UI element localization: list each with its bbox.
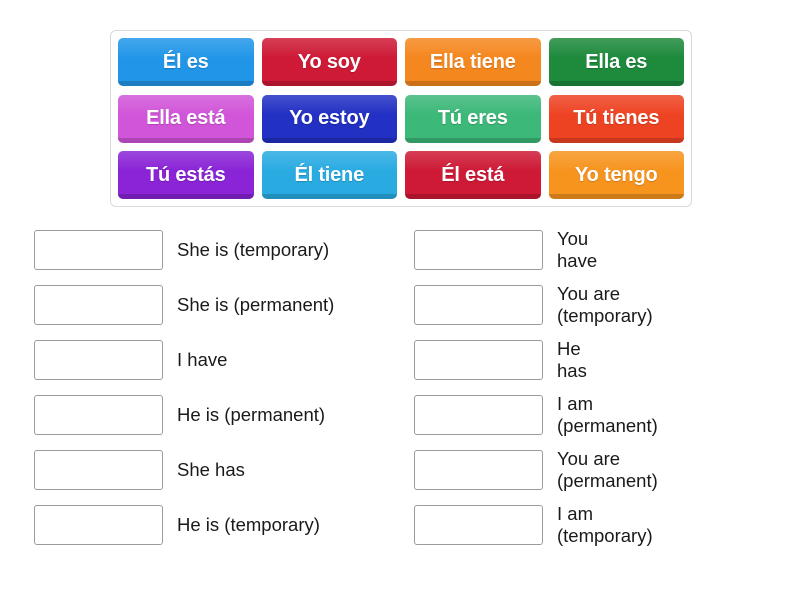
tile-ella-es[interactable]: Ella es [548,38,684,86]
tile-el-es[interactable]: Él es [118,38,254,86]
tile-tu-tienes[interactable]: Tú tienes [548,94,684,143]
tile-ella-esta[interactable]: Ella está [118,94,254,143]
tile-el-esta[interactable]: Él está [405,151,541,199]
tile-ella-tiene[interactable]: Ella tiene [405,38,541,86]
tile-tu-estas[interactable]: Tú estás [118,151,254,199]
answer-label: I am (temporary) [557,503,653,546]
drop-zone-you-are-temporary[interactable] [414,284,543,325]
tile-yo-soy[interactable]: Yo soy [261,38,397,86]
tile-label: Tú eres [437,107,508,129]
tile-label: Tú tienes [573,107,660,129]
answer-label: I am (permanent) [557,393,658,436]
answer-label: You have [557,228,598,271]
tile-yo-tengo[interactable]: Yo tengo [548,151,684,199]
answer-column-right: You have You are (temporary) He has I am… [0,222,658,552]
drop-zone-you-have[interactable] [414,229,543,270]
answer-area: She is (temporary) She is (permanent) I … [0,222,800,552]
answer-label: You are (temporary) [557,283,653,326]
drop-zone-i-am-permanent[interactable] [414,394,543,435]
tile-label: Yo tengo [575,163,658,186]
drop-zone-he-has[interactable] [414,339,543,380]
tile-tu-eres[interactable]: Tú eres [405,94,541,143]
drop-zone-you-are-permanent[interactable] [414,449,543,490]
tile-label: Él tiene [294,163,365,186]
tile-row: Ella está Yo estoy Tú eres Tú tienes [118,94,684,143]
tile-row: Tú estás Él tiene Él está Yo tengo [118,151,684,199]
tile-label: Yo soy [297,50,361,73]
tile-row: Él es Yo soy Ella tiene Ella es [118,38,684,86]
answer-label: You are (permanent) [557,448,658,491]
tile-label: Tú estás [145,163,226,186]
tile-label: Él está [441,163,505,186]
drop-zone-i-am-temporary[interactable] [414,504,543,545]
tile-label: Yo estoy [289,107,370,129]
tile-label: Él es [162,50,209,73]
tile-label: Ella está [146,107,226,129]
draggable-tiles-tray: Él es Yo soy Ella tiene Ella es Ella est… [110,30,692,207]
tile-label: Ella es [585,50,648,73]
tile-yo-estoy[interactable]: Yo estoy [261,94,397,143]
tile-label: Ella tiene [429,50,516,73]
tile-el-tiene[interactable]: Él tiene [261,151,397,199]
answer-label: He has [557,338,587,381]
